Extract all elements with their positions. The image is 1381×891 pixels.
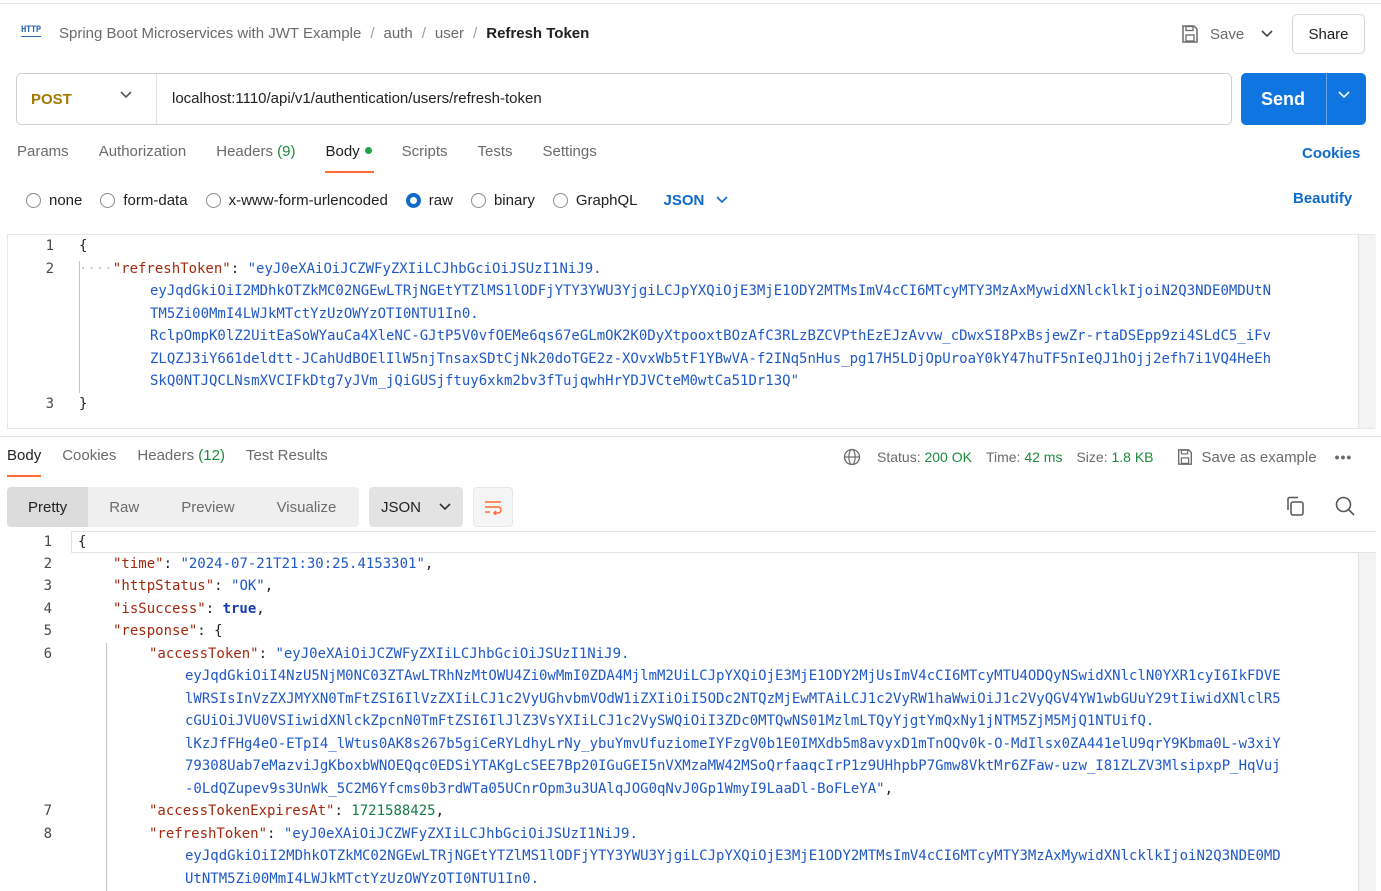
- request-title[interactable]: Refresh Token: [486, 25, 589, 42]
- save-options-dropdown[interactable]: [1255, 22, 1279, 46]
- chevron-down-icon: [120, 91, 132, 99]
- url-input[interactable]: [172, 90, 1212, 107]
- save-label: Save: [1210, 25, 1245, 43]
- request-tabs: Params Authorization Headers (9) Body Sc…: [17, 143, 627, 173]
- tab-response-headers[interactable]: Headers (12): [137, 447, 225, 477]
- more-options-icon[interactable]: •••: [1335, 449, 1353, 465]
- chevron-down-icon: [439, 503, 451, 511]
- breadcrumb: Spring Boot Microservices with JWT Examp…: [59, 25, 590, 42]
- save-as-example-button[interactable]: Save as example: [1176, 448, 1317, 466]
- tab-scripts[interactable]: Scripts: [402, 143, 448, 173]
- method-select[interactable]: POST: [17, 74, 157, 124]
- tab-params[interactable]: Params: [17, 143, 69, 173]
- size-indicator[interactable]: Size: 1.8 KB: [1076, 449, 1153, 465]
- response-body-viewer[interactable]: 1 { 2 "time": "2024-07-21T21:30:25.41533…: [0, 531, 1381, 891]
- tab-tests[interactable]: Tests: [478, 143, 513, 173]
- top-divider: [0, 0, 1381, 4]
- response-view-tabs: Pretty Raw Preview Visualize: [7, 487, 359, 527]
- beautify-button[interactable]: Beautify: [1293, 190, 1352, 207]
- request-body-editor[interactable]: 1 { 2 ····"refreshToken": "eyJ0eXAiOiJCZ…: [7, 234, 1376, 429]
- tab-test-results[interactable]: Test Results: [246, 447, 328, 477]
- wrap-lines-button[interactable]: [473, 487, 513, 527]
- breadcrumb-folder-user[interactable]: user: [435, 25, 464, 42]
- radio-x-www-form-urlencoded[interactable]: x-www-form-urlencoded: [205, 192, 388, 209]
- response-divider[interactable]: [0, 436, 1381, 437]
- radio-none[interactable]: none: [26, 192, 82, 209]
- save-button[interactable]: Save: [1180, 22, 1244, 46]
- radio-form-data[interactable]: form-data: [100, 192, 188, 209]
- radio-graphql[interactable]: GraphQL: [552, 192, 638, 209]
- request-header: HTTP Spring Boot Microservices with JWT …: [0, 10, 1381, 58]
- response-status-bar: Status: 200 OK Time: 42 ms Size: 1.8 KB …: [843, 446, 1352, 468]
- response-scrollbar[interactable]: [1358, 553, 1376, 891]
- chevron-down-icon: [1261, 30, 1273, 38]
- breadcrumb-collection[interactable]: Spring Boot Microservices with JWT Examp…: [59, 25, 361, 42]
- view-visualize[interactable]: Visualize: [256, 487, 358, 527]
- tab-response-body[interactable]: Body: [7, 447, 42, 477]
- breadcrumb-folder-auth[interactable]: auth: [384, 25, 413, 42]
- method-label: POST: [31, 90, 72, 108]
- response-format-select[interactable]: JSON: [369, 487, 463, 527]
- view-raw[interactable]: Raw: [88, 487, 160, 527]
- body-type-options: none form-data x-www-form-urlencoded raw…: [26, 189, 728, 211]
- radio-raw[interactable]: raw: [405, 192, 453, 209]
- tab-settings[interactable]: Settings: [543, 143, 597, 173]
- http-request-icon: HTTP: [21, 25, 41, 37]
- response-tabs: Body Cookies Headers (12) Test Results: [7, 447, 349, 477]
- tab-authorization[interactable]: Authorization: [99, 143, 187, 173]
- share-button[interactable]: Share: [1292, 14, 1365, 54]
- editor-scrollbar[interactable]: [1358, 235, 1376, 428]
- url-bar: POST: [16, 73, 1232, 125]
- view-pretty[interactable]: Pretty: [7, 487, 89, 527]
- status-indicator[interactable]: Status: 200 OK: [877, 449, 972, 465]
- view-preview[interactable]: Preview: [160, 487, 255, 527]
- cookies-link[interactable]: Cookies: [1302, 145, 1360, 162]
- chevron-down-icon: [716, 196, 728, 204]
- search-icon[interactable]: [1334, 495, 1358, 519]
- globe-icon[interactable]: [843, 448, 861, 466]
- send-button[interactable]: Send: [1241, 73, 1366, 125]
- tab-body[interactable]: Body: [325, 143, 374, 173]
- body-format-select[interactable]: JSON: [664, 192, 729, 209]
- headers-count: (9): [277, 143, 296, 160]
- send-options-chevron-icon[interactable]: [1338, 91, 1350, 99]
- radio-binary[interactable]: binary: [470, 192, 535, 209]
- time-indicator[interactable]: Time: 42 ms: [986, 449, 1063, 465]
- wrap-lines-icon: [485, 501, 502, 515]
- body-indicator-dot: [364, 147, 372, 154]
- send-label: Send: [1261, 89, 1306, 109]
- copy-icon[interactable]: [1284, 495, 1308, 519]
- tab-response-cookies[interactable]: Cookies: [62, 447, 116, 477]
- tab-headers[interactable]: Headers (9): [216, 143, 295, 173]
- save-icon: [1177, 449, 1192, 465]
- save-icon: [1182, 25, 1198, 43]
